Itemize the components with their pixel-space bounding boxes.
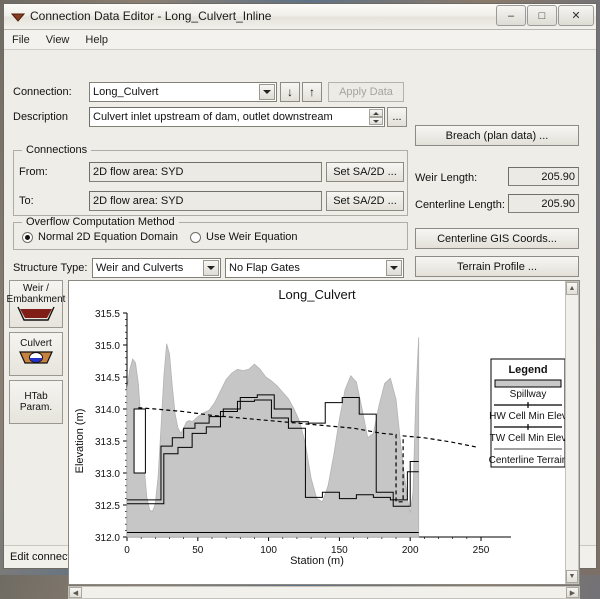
- centerline-length-field[interactable]: 205.90: [508, 194, 579, 213]
- chart-y-axis-label: Elevation (m): [74, 409, 86, 474]
- chart-horizontal-scrollbar[interactable]: ◀ ▶: [68, 586, 580, 599]
- scroll-right-icon[interactable]: ▶: [566, 587, 579, 598]
- scroll-left-icon[interactable]: ◀: [69, 587, 82, 598]
- connection-combo-value: Long_Culvert: [93, 86, 159, 98]
- structure-type-combo[interactable]: Weir and Culverts: [92, 258, 221, 278]
- structure-type-label: Structure Type:: [13, 262, 88, 274]
- from-value-field[interactable]: 2D flow area: SYD: [89, 162, 322, 182]
- breach-plan-data-button[interactable]: Breach (plan data) ...: [415, 125, 579, 146]
- sidebar-htab-line1: HTab: [24, 391, 48, 402]
- to-set-sa2d-button[interactable]: Set SA/2D ...: [326, 191, 404, 211]
- svg-text:312.5: 312.5: [95, 501, 120, 512]
- close-button[interactable]: ✕: [558, 5, 594, 26]
- chevron-down-icon[interactable]: [203, 260, 219, 276]
- apply-data-button[interactable]: Apply Data: [328, 82, 404, 102]
- chart-x-axis-label: Station (m): [290, 555, 344, 567]
- structure-type-value: Weir and Culverts: [96, 262, 184, 274]
- svg-text:313.5: 313.5: [95, 437, 120, 448]
- flap-gates-value: No Flap Gates: [229, 262, 300, 274]
- svg-text:0: 0: [124, 545, 130, 556]
- menu-item-view[interactable]: View: [46, 34, 70, 46]
- radio-dot-icon: [190, 231, 201, 243]
- terrain-profile-chart: Long_Culvert Elevation (m) Station (m) 3…: [69, 281, 565, 570]
- svg-text:HW Cell Min Elev: HW Cell Min Elev: [489, 411, 565, 422]
- svg-text:314.0: 314.0: [95, 405, 120, 416]
- sidebar-weir-line1: Weir /: [23, 282, 49, 294]
- chart-vertical-scrollbar[interactable]: ▲ ▼: [565, 281, 579, 584]
- sidebar-weir-line2: Embankment: [6, 293, 66, 305]
- svg-text:TW Cell Min Elev: TW Cell Min Elev: [490, 433, 565, 444]
- chevron-down-icon[interactable]: [259, 84, 275, 100]
- sidebar-item-weir-embankment[interactable]: Weir / Embankment: [6, 280, 66, 328]
- title-bar: Connection Data Editor - Long_Culvert_In…: [4, 4, 596, 30]
- chart-title: Long_Culvert: [278, 287, 356, 302]
- maximize-button[interactable]: □: [527, 5, 557, 26]
- scroll-down-icon[interactable]: ▼: [566, 570, 578, 583]
- spinner-up-icon[interactable]: [369, 109, 383, 117]
- menu-bar: File View Help: [4, 30, 596, 50]
- centerline-length-label: Centerline Length:: [415, 199, 505, 211]
- svg-text:315.0: 315.0: [95, 341, 120, 352]
- minimize-button[interactable]: –: [496, 5, 526, 26]
- connections-group-title: Connections: [22, 144, 92, 156]
- sidebar-htab-line2: Param.: [19, 402, 53, 413]
- radio-use-weir-label: Use Weir Equation: [206, 231, 298, 243]
- terrain-profile-chart-panel: Long_Culvert Elevation (m) Station (m) 3…: [68, 280, 580, 585]
- connection-label: Connection:: [13, 86, 72, 98]
- svg-text:100: 100: [260, 545, 277, 556]
- spinner-down-icon[interactable]: [369, 117, 383, 125]
- svg-text:312.0: 312.0: [95, 533, 120, 544]
- svg-text:50: 50: [192, 545, 204, 556]
- weir-embankment-icon: [16, 305, 56, 326]
- from-label: From:: [19, 166, 48, 178]
- connection-editor-icon: [10, 10, 26, 24]
- weir-length-field[interactable]: 205.90: [508, 167, 579, 186]
- svg-text:313.0: 313.0: [95, 469, 120, 480]
- to-label: To:: [19, 195, 34, 207]
- svg-text:315.5: 315.5: [95, 309, 120, 320]
- description-spinner[interactable]: [369, 109, 383, 125]
- chart-legend: Legend Spillway HW Cell Min Elev TW Cell Mi…: [489, 358, 565, 468]
- editor-content: Connection: Long_Culvert ↓ ↑ Apply Data …: [4, 50, 596, 599]
- sidebar-culvert-label: Culvert: [20, 338, 52, 349]
- svg-text:Legend: Legend: [508, 364, 547, 376]
- sidebar-item-culvert[interactable]: Culvert: [9, 332, 63, 376]
- connection-data-editor-window: Connection Data Editor - Long_Culvert_In…: [3, 3, 597, 599]
- next-connection-button[interactable]: ↓: [280, 82, 300, 102]
- menu-item-file[interactable]: File: [12, 34, 30, 46]
- previous-connection-button[interactable]: ↑: [302, 82, 322, 102]
- from-set-sa2d-button[interactable]: Set SA/2D ...: [326, 162, 404, 182]
- description-input[interactable]: Culvert inlet upstream of dam, outlet do…: [89, 107, 385, 127]
- svg-text:150: 150: [331, 545, 348, 556]
- radio-use-weir-equation[interactable]: Use Weir Equation: [190, 231, 298, 243]
- radio-normal-2d-equation-domain[interactable]: Normal 2D Equation Domain: [22, 231, 178, 243]
- svg-text:250: 250: [473, 545, 490, 556]
- window-buttons: – □ ✕: [496, 5, 594, 26]
- chevron-down-icon[interactable]: [386, 260, 402, 276]
- svg-text:200: 200: [402, 545, 419, 556]
- radio-dot-icon: [22, 231, 33, 243]
- svg-text:Centerline Terrain: Centerline Terrain: [489, 455, 565, 466]
- culvert-icon: [16, 349, 56, 370]
- description-ellipsis-button[interactable]: ...: [387, 107, 407, 127]
- scroll-up-icon[interactable]: ▲: [566, 282, 578, 295]
- description-label: Description: [13, 111, 69, 123]
- radio-normal-2d-label: Normal 2D Equation Domain: [38, 231, 179, 243]
- svg-text:Spillway: Spillway: [510, 389, 547, 400]
- terrain-profile-button[interactable]: Terrain Profile ...: [415, 256, 579, 277]
- menu-item-help[interactable]: Help: [85, 34, 108, 46]
- to-value-field[interactable]: 2D flow area: SYD: [89, 191, 322, 211]
- centerline-gis-coords-button[interactable]: Centerline GIS Coords...: [415, 228, 579, 249]
- sidebar-item-htab-param[interactable]: HTab Param.: [9, 380, 63, 424]
- flap-gates-combo[interactable]: No Flap Gates: [225, 258, 404, 278]
- connection-combo[interactable]: Long_Culvert: [89, 82, 277, 102]
- svg-text:314.5: 314.5: [95, 373, 120, 384]
- weir-length-label: Weir Length:: [415, 172, 478, 184]
- description-value: Culvert inlet upstream of dam, outlet do…: [93, 111, 333, 123]
- overflow-group-title: Overflow Computation Method: [22, 216, 179, 228]
- window-title: Connection Data Editor - Long_Culvert_In…: [30, 9, 272, 23]
